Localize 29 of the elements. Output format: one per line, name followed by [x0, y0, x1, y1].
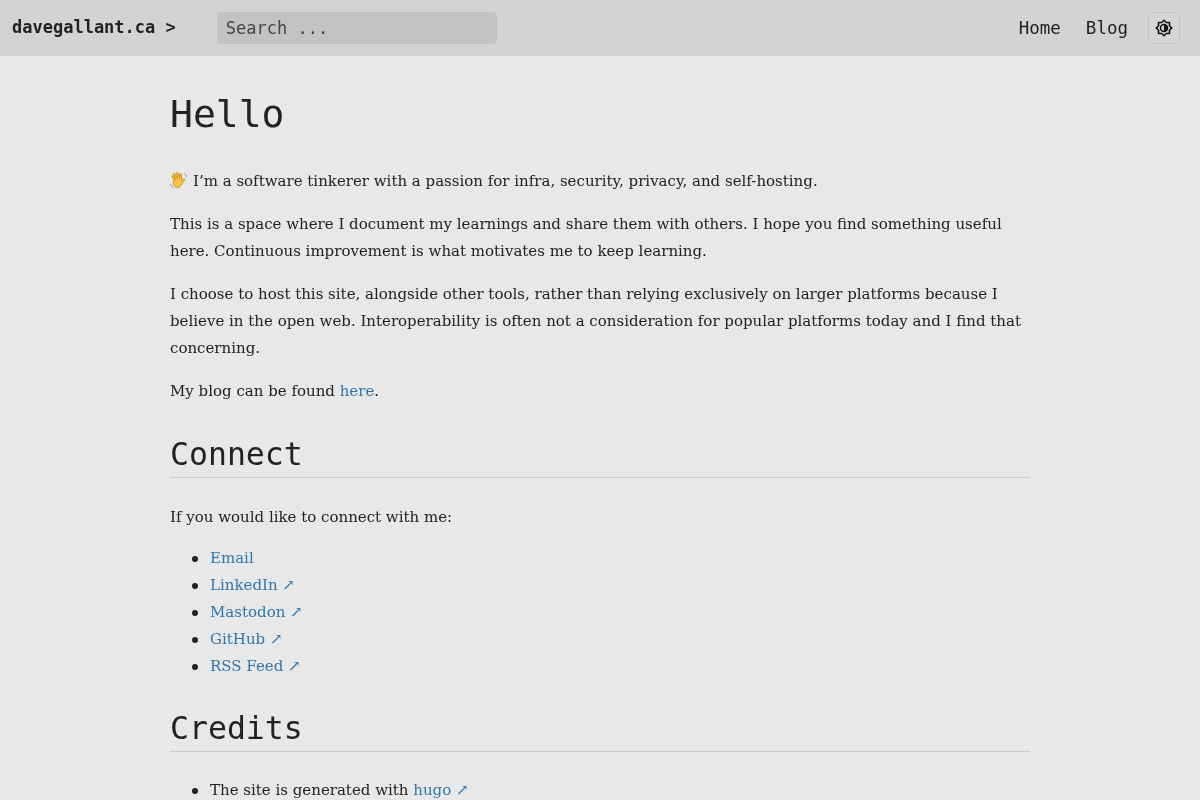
- list-item-text: The site is generated with hugo ↗: [210, 780, 469, 800]
- theme-toggle-button[interactable]: [1148, 12, 1180, 44]
- bullet-icon: [192, 636, 198, 643]
- nav-link[interactable]: Blog: [1085, 14, 1128, 42]
- paragraph: If you would like to connect with me:: [170, 507, 454, 528]
- paragraph: This is a space where I document my learnings and share them with others. I hope you find something useful here. Continuous improvement is what motivates me to keep learning.: [170, 214, 1003, 262]
- link[interactable]: LinkedIn ↗: [210, 572, 295, 599]
- link[interactable]: hugo ↗: [413, 781, 469, 799]
- link[interactable]: Mastodon ↗: [210, 599, 303, 626]
- brightness-icon: [1155, 19, 1173, 37]
- paragraph: I’m a software tinkerer with a passion for infra, security, privacy, and self-hosting.: [170, 168, 1030, 195]
- bullet-icon: [192, 787, 198, 794]
- link[interactable]: RSS Feed ↗: [210, 653, 301, 680]
- page-title: Hello: [170, 91, 286, 138]
- section-heading: Connect: [170, 434, 1030, 478]
- link[interactable]: here: [339, 382, 375, 400]
- paragraph: My blog can be found here.: [170, 381, 381, 402]
- site-logo[interactable]: davegallant.ca >: [12, 15, 176, 41]
- search-field[interactable]: Search ...: [216, 12, 497, 44]
- link[interactable]: Email: [210, 545, 254, 572]
- waving-hand-icon: [170, 172, 187, 189]
- bullet-icon: [192, 582, 198, 589]
- bullet-icon: [192, 609, 198, 616]
- bullet-icon: [192, 663, 198, 670]
- nav-link[interactable]: Home: [1018, 14, 1061, 42]
- paragraph: I choose to host this site, alongside other tools, rather than relying exclusively on larger platforms because I believe in the open web. Interoperability is often not a consideration for popular platforms today and I find that concerning.: [170, 284, 1022, 359]
- section-heading: Credits: [170, 708, 1030, 752]
- link[interactable]: GitHub ↗: [210, 626, 283, 653]
- bullet-icon: [192, 555, 198, 562]
